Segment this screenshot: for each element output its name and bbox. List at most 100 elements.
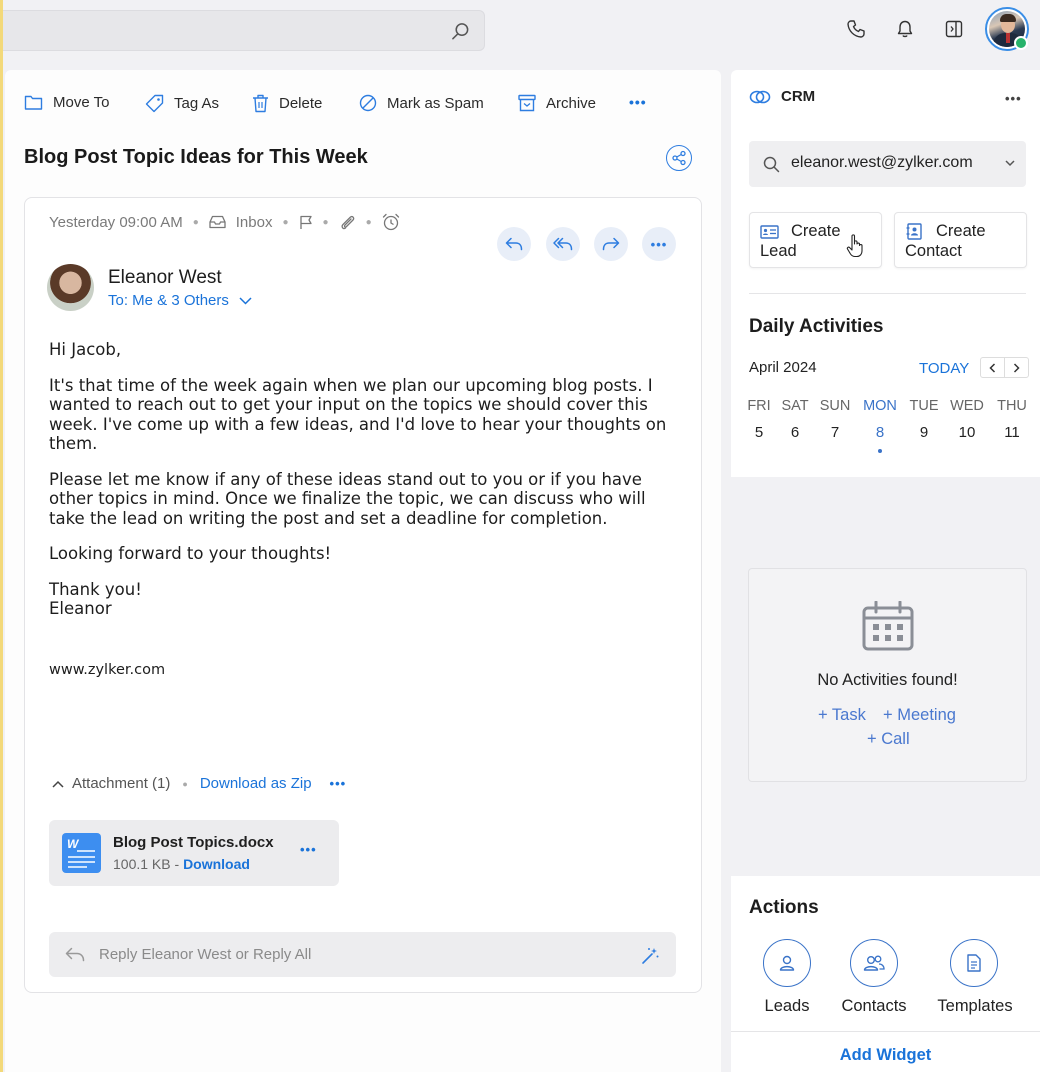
delete-label: Delete xyxy=(279,95,323,112)
calendar-day[interactable]: WED 10 xyxy=(945,398,989,441)
ai-sparkle-icon[interactable] xyxy=(641,946,660,965)
create-lead-button[interactable]: Create Lead xyxy=(749,212,882,268)
mail-body: Hi Jacob, It's that time of the week aga… xyxy=(49,340,669,619)
divider xyxy=(749,293,1026,294)
crm-search-value: eleanor.west@zylker.com xyxy=(791,154,973,171)
search-icon[interactable] xyxy=(451,22,470,41)
folder-icon xyxy=(24,94,43,111)
spam-icon xyxy=(359,94,377,112)
flag-icon[interactable] xyxy=(299,215,313,230)
search-input[interactable] xyxy=(0,10,485,51)
mail-folder[interactable]: Inbox xyxy=(236,214,273,231)
chevron-down-icon xyxy=(239,296,252,305)
activities-empty-state: No Activities found! + Task + Meeting + … xyxy=(748,568,1027,782)
leads-action-label[interactable]: Leads xyxy=(757,997,817,1016)
sender-avatar[interactable] xyxy=(47,264,94,311)
document-icon xyxy=(966,954,982,972)
tag-as-button[interactable]: Tag As xyxy=(145,94,219,113)
add-meeting-link[interactable]: + Meeting xyxy=(883,706,956,725)
attachment-icon[interactable] xyxy=(339,214,356,231)
crm-contact-select[interactable]: eleanor.west@zylker.com xyxy=(749,141,1026,187)
attachment-file-name: Blog Post Topics.docx xyxy=(113,834,274,851)
quick-reply-bar[interactable]: Reply Eleanor West or Reply All xyxy=(49,932,676,977)
add-task-link[interactable]: + Task xyxy=(818,706,866,725)
quick-reply-placeholder[interactable]: Reply Eleanor West or Reply All xyxy=(99,946,311,963)
crm-more-button[interactable]: ••• xyxy=(1005,91,1022,106)
templates-action-label[interactable]: Templates xyxy=(930,997,1020,1016)
crm-header: CRM xyxy=(749,88,815,105)
calendar-month: April 2024 xyxy=(749,359,817,376)
mark-as-spam-button[interactable]: Mark as Spam xyxy=(359,94,484,112)
inbox-icon xyxy=(209,215,226,229)
mail-more-button[interactable]: ••• xyxy=(642,227,676,261)
chevron-up-icon[interactable] xyxy=(52,780,64,788)
crm-title: CRM xyxy=(781,88,816,105)
reply-icon xyxy=(65,947,85,962)
phone-icon[interactable] xyxy=(846,19,866,39)
divider xyxy=(731,1031,1040,1032)
people-icon xyxy=(862,954,886,972)
search-icon xyxy=(763,156,780,173)
body-paragraph: Looking forward to your thoughts! xyxy=(49,544,332,563)
lead-card-icon xyxy=(760,225,779,239)
tag-icon xyxy=(145,94,164,113)
archive-button[interactable]: Archive xyxy=(518,94,596,112)
file-more-button[interactable]: ••• xyxy=(300,842,317,857)
signature-website: www.zylker.com xyxy=(49,662,166,678)
templates-action-button[interactable] xyxy=(950,939,998,987)
bell-icon[interactable] xyxy=(895,19,915,39)
forward-icon xyxy=(602,237,620,251)
crm-logo-icon xyxy=(749,89,771,105)
reply-all-button[interactable] xyxy=(546,227,580,261)
reply-button[interactable] xyxy=(497,227,531,261)
create-lead-label-2: Lead xyxy=(760,242,797,260)
create-lead-label: Create xyxy=(791,222,841,240)
reply-icon xyxy=(505,237,523,251)
today-button[interactable]: TODAY xyxy=(919,360,969,377)
calendar-day[interactable]: TUE 9 xyxy=(902,398,946,441)
contacts-action-button[interactable] xyxy=(850,939,898,987)
download-zip-link[interactable]: Download as Zip xyxy=(200,775,312,792)
calendar-day[interactable]: SUN 7 xyxy=(813,398,857,441)
share-icon[interactable] xyxy=(666,145,692,171)
forward-button[interactable] xyxy=(594,227,628,261)
recipients-toggle[interactable]: To: Me & 3 Others xyxy=(108,292,252,309)
body-paragraph: It's that time of the week again when we… xyxy=(49,375,667,454)
reply-all-icon xyxy=(553,237,573,251)
archive-label: Archive xyxy=(546,94,597,112)
attachment-download-link[interactable]: Download xyxy=(183,856,250,872)
add-call-link[interactable]: + Call xyxy=(867,730,910,749)
mark-as-spam-label: Mark as Spam xyxy=(387,94,484,112)
delete-button[interactable]: Delete xyxy=(252,94,322,113)
move-to-button[interactable]: Move To xyxy=(24,94,109,111)
more-icon: ••• xyxy=(650,236,668,252)
alarm-icon[interactable] xyxy=(382,213,400,231)
person-icon xyxy=(778,954,796,972)
contacts-action-label[interactable]: Contacts xyxy=(834,997,914,1016)
no-activities-message: No Activities found! xyxy=(817,671,958,689)
daily-activities-title: Daily Activities xyxy=(749,316,884,337)
next-week-button[interactable] xyxy=(1005,358,1028,377)
hand-cursor-icon xyxy=(846,233,864,259)
attachment-more-button[interactable]: ••• xyxy=(330,776,347,791)
sender-name[interactable]: Eleanor West xyxy=(108,267,222,289)
online-status-badge xyxy=(1014,36,1028,50)
attachment-file-card[interactable]: W Blog Post Topics.docx 100.1 KB - Downl… xyxy=(49,820,339,886)
create-contact-label-2: Contact xyxy=(905,242,962,260)
calendar-day[interactable]: SAT 6 xyxy=(773,398,817,441)
toolbar-more-button[interactable]: ••• xyxy=(629,95,647,109)
add-widget-button[interactable]: Add Widget xyxy=(731,1046,1040,1065)
mail-meta: Yesterday 09:00 AM ● Inbox ● ● ● xyxy=(49,213,400,231)
calendar-day[interactable]: THU 11 xyxy=(990,398,1034,441)
attachment-count[interactable]: Attachment (1) xyxy=(72,775,170,792)
contact-book-icon xyxy=(906,223,922,240)
leads-action-button[interactable] xyxy=(763,939,811,987)
panel-toggle-icon[interactable] xyxy=(944,19,964,39)
prev-week-button[interactable] xyxy=(981,358,1005,377)
word-doc-icon: W xyxy=(62,833,101,873)
create-contact-button[interactable]: Create Contact xyxy=(894,212,1027,268)
calendar-day-selected[interactable]: MON 8 xyxy=(858,398,902,453)
tag-as-label: Tag As xyxy=(174,95,220,112)
mail-timestamp: Yesterday 09:00 AM xyxy=(49,213,183,231)
calendar-nav xyxy=(980,357,1029,378)
